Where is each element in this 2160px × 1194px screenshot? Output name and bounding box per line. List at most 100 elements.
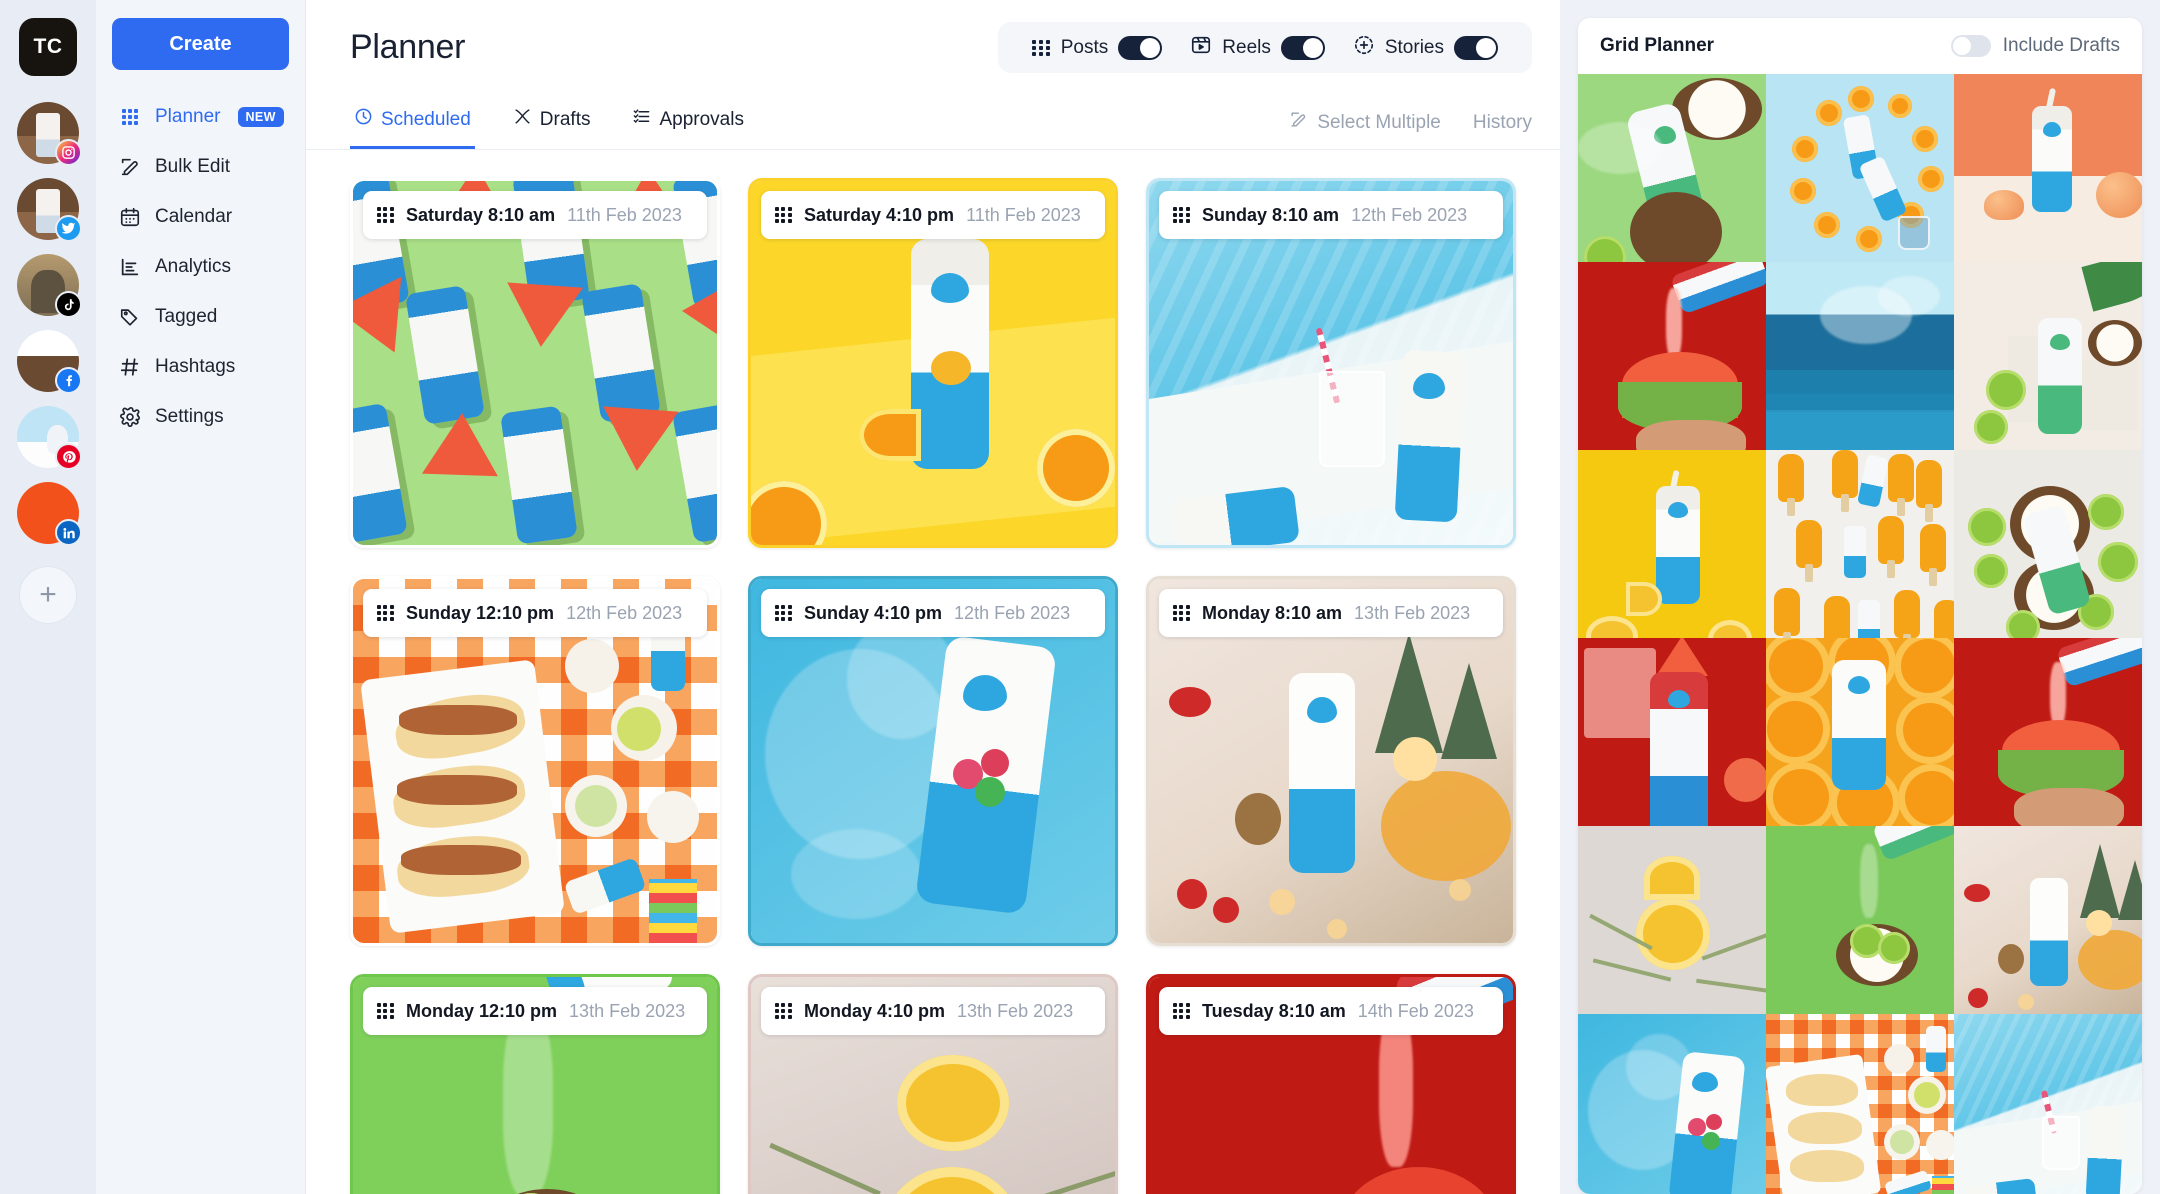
- grid-planner-title: Grid Planner: [1600, 35, 1715, 56]
- toggle-posts[interactable]: Posts: [1018, 35, 1177, 60]
- post-schedule-header: Saturday 4:10 pm 11th Feb 2023: [761, 191, 1105, 239]
- grid-cell[interactable]: [1766, 826, 1954, 1014]
- grid-dots-icon: [1173, 1003, 1190, 1019]
- sidebar-item-label: Analytics: [155, 256, 232, 277]
- grid-cell[interactable]: [1578, 638, 1766, 826]
- workspace-logo[interactable]: TC: [19, 18, 77, 76]
- history-button[interactable]: History: [1473, 112, 1532, 134]
- grid-cell[interactable]: [1954, 1014, 2142, 1194]
- account-avatar-linkedin[interactable]: [17, 482, 82, 546]
- post-schedule-header: Monday 12:10 pm 13th Feb 2023: [363, 987, 707, 1035]
- grid-planner-header: Grid Planner Include Drafts: [1578, 18, 2142, 74]
- toggle-stories[interactable]: Stories: [1339, 34, 1512, 61]
- post-date: 11th Feb 2023: [567, 204, 682, 225]
- include-drafts-label: Include Drafts: [2002, 35, 2120, 56]
- pencil-square-icon: [1289, 110, 1308, 135]
- tab-label: Drafts: [539, 108, 591, 130]
- post-date: 12th Feb 2023: [954, 602, 1071, 623]
- sidebar-item-label: Settings: [155, 406, 224, 427]
- scheduled-post-card[interactable]: Sunday 8:10 am 12th Feb 2023: [1146, 178, 1516, 548]
- account-avatar-pinterest[interactable]: [17, 406, 82, 470]
- grid-cell[interactable]: [1954, 638, 2142, 826]
- facebook-icon: [55, 367, 82, 394]
- grid-cell[interactable]: [1954, 450, 2142, 638]
- scheduled-post-card[interactable]: Saturday 4:10 pm 11th Feb 2023: [748, 178, 1118, 548]
- tabs-actions: Select Multiple History: [1289, 110, 1532, 149]
- scheduled-post-card[interactable]: Monday 8:10 am 13th Feb 2023: [1146, 576, 1516, 946]
- main-header: Planner Posts Reels Stories: [306, 0, 1560, 73]
- include-drafts-control[interactable]: Include Drafts: [1950, 35, 2120, 57]
- select-multiple-button[interactable]: Select Multiple: [1289, 110, 1441, 135]
- sidebar-item-bulk-edit[interactable]: Bulk Edit: [112, 142, 289, 192]
- grid-cell[interactable]: [1578, 1014, 1766, 1194]
- grid-planner-card: Grid Planner Include Drafts: [1578, 18, 2142, 1194]
- scheduled-posts-scroll[interactable]: Saturday 8:10 am 11th Feb 2023 Saturday …: [306, 150, 1560, 1194]
- account-avatar-facebook[interactable]: [17, 330, 82, 394]
- post-date: 13th Feb 2023: [1354, 602, 1471, 623]
- account-avatar-tiktok[interactable]: [17, 254, 82, 318]
- scheduled-post-card[interactable]: Monday 4:10 pm 13th Feb 2023: [748, 974, 1118, 1194]
- sidebar-item-label: Tagged: [155, 306, 218, 327]
- grid-cell[interactable]: [1954, 826, 2142, 1014]
- tab-scheduled[interactable]: Scheduled: [350, 99, 475, 149]
- scheduled-post-card[interactable]: Sunday 12:10 pm 12th Feb 2023: [350, 576, 720, 946]
- grid-cell[interactable]: [1766, 1014, 1954, 1194]
- page-title: Planner: [350, 28, 466, 66]
- pencil-square-icon: [118, 156, 142, 178]
- post-date: 12th Feb 2023: [566, 602, 683, 623]
- grid-cell[interactable]: [1578, 826, 1766, 1014]
- tab-approvals[interactable]: Approvals: [628, 99, 748, 149]
- posts-switch[interactable]: [1118, 35, 1163, 60]
- create-button[interactable]: Create: [112, 18, 289, 70]
- scheduled-post-card[interactable]: Monday 12:10 pm 13th Feb 2023: [350, 974, 720, 1194]
- grid-cell[interactable]: [1766, 450, 1954, 638]
- drafts-icon: [513, 107, 532, 132]
- grid-cell[interactable]: [1578, 74, 1766, 262]
- clock-icon: [354, 107, 373, 132]
- grid-cell[interactable]: [1766, 638, 1954, 826]
- sidebar-item-label: Calendar: [155, 206, 233, 227]
- grid-planner-thumbnails: [1578, 74, 2142, 1194]
- sidebar-item-settings[interactable]: Settings: [112, 392, 289, 442]
- add-account-button[interactable]: +: [19, 566, 77, 624]
- sidebar-item-calendar[interactable]: Calendar: [112, 192, 289, 242]
- stories-switch[interactable]: [1454, 35, 1498, 60]
- include-drafts-switch[interactable]: [1950, 35, 1991, 57]
- twitter-icon: [55, 215, 82, 242]
- grid-cell[interactable]: [1766, 262, 1954, 450]
- post-date: 14th Feb 2023: [1357, 1000, 1474, 1021]
- grid-cell[interactable]: [1954, 74, 2142, 262]
- tab-drafts[interactable]: Drafts: [509, 99, 595, 149]
- account-avatar-twitter[interactable]: [17, 178, 82, 242]
- pinterest-icon: [55, 443, 82, 470]
- bar-chart-icon: [118, 256, 142, 278]
- calendar-icon: [118, 206, 142, 228]
- post-schedule-header: Saturday 8:10 am 11th Feb 2023: [363, 191, 707, 239]
- post-schedule-header: Monday 4:10 pm 13th Feb 2023: [761, 987, 1105, 1035]
- scheduled-post-card[interactable]: Tuesday 8:10 am 14th Feb 2023: [1146, 974, 1516, 1194]
- app-root: TC + Create Planner NEW Bulk Edit Calend…: [0, 0, 2160, 1194]
- grid-cell[interactable]: [1954, 262, 2142, 450]
- sidebar-item-planner[interactable]: Planner NEW: [112, 92, 289, 142]
- scheduled-post-card[interactable]: Saturday 8:10 am 11th Feb 2023: [350, 178, 720, 548]
- grid-cell[interactable]: [1578, 262, 1766, 450]
- post-date: 11th Feb 2023: [966, 204, 1081, 225]
- post-day-time: Monday 12:10 pm: [406, 1000, 558, 1021]
- grid-cell[interactable]: [1766, 74, 1954, 262]
- grid-dots-icon: [1173, 605, 1190, 621]
- sidebar-item-hashtags[interactable]: Hashtags: [112, 342, 289, 392]
- sidebar-item-tagged[interactable]: Tagged: [112, 292, 289, 342]
- post-day-time: Sunday 8:10 am: [1202, 204, 1340, 225]
- post-day-time: Saturday 4:10 pm: [804, 204, 955, 225]
- account-rail: TC +: [0, 0, 96, 1194]
- sidebar-item-label: Hashtags: [155, 356, 236, 377]
- toggle-reels[interactable]: Reels: [1176, 34, 1339, 61]
- reels-switch[interactable]: [1280, 35, 1325, 60]
- sidebar-item-analytics[interactable]: Analytics: [112, 242, 289, 292]
- grid-cell[interactable]: [1578, 450, 1766, 638]
- tiktok-icon: [55, 291, 82, 318]
- sidebar-item-label: Planner: [155, 106, 221, 127]
- scheduled-post-card[interactable]: Sunday 4:10 pm 12th Feb 2023: [748, 576, 1118, 946]
- toggle-posts-label: Posts: [1060, 36, 1109, 58]
- account-avatar-instagram[interactable]: [0, 93, 96, 173]
